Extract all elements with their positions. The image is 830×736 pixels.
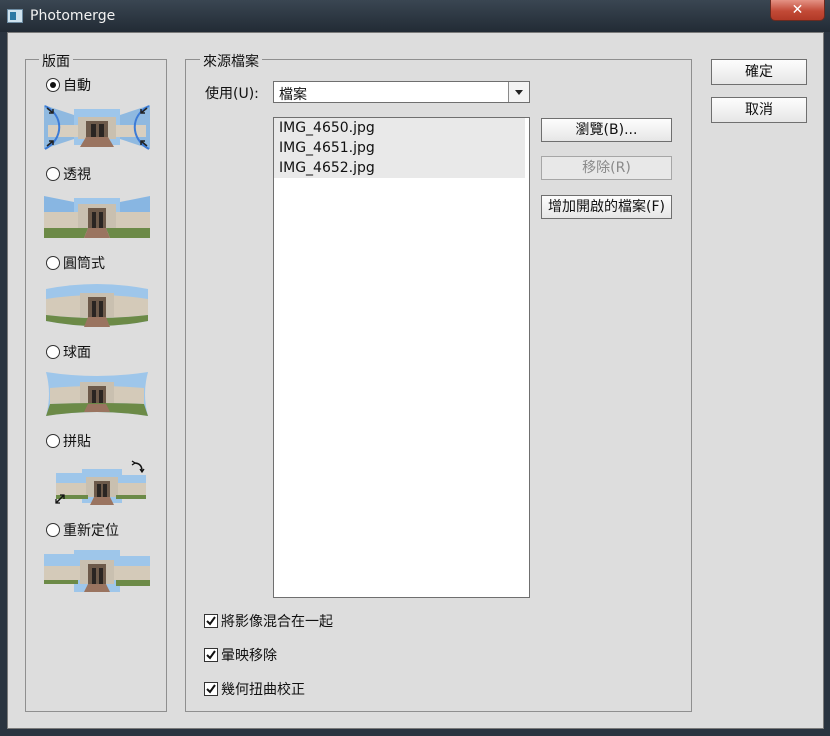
vignette-removal-option[interactable]: 暈映移除 (204, 645, 277, 665)
layout-option-spherical[interactable]: 球面 (46, 343, 91, 361)
file-list-item[interactable]: IMG_4650.jpg (274, 118, 525, 138)
radio-perspective[interactable] (46, 167, 60, 181)
geometric-distortion-option[interactable]: 幾何扭曲校正 (204, 679, 305, 699)
radio-cylindrical[interactable] (46, 256, 60, 270)
layout-option-perspective[interactable]: 透視 (46, 165, 91, 183)
use-dropdown[interactable]: 檔案 (273, 81, 530, 103)
layout-option-auto[interactable]: 自動 (46, 76, 91, 94)
blend-images-checkbox[interactable] (204, 614, 218, 628)
layout-option-reposition[interactable]: 重新定位 (46, 521, 119, 539)
perspective-preview-thumbnail (44, 196, 150, 238)
cylindrical-preview-thumbnail (46, 284, 148, 327)
photomerge-window: Photomerge ✕ 版面 自動 透視 圓筒式 球面 拼貼 重新定位 來源檔… (0, 0, 830, 736)
reposition-preview-thumbnail (44, 550, 150, 592)
rotate-icon (131, 460, 145, 474)
source-files-group: 來源檔案 使用(U): 檔案 IMG_4650.jpg IMG_4651.jpg… (185, 51, 692, 712)
collage-preview-thumbnail (55, 460, 146, 505)
file-list-item[interactable]: IMG_4652.jpg (274, 158, 525, 178)
checkmark-icon (206, 650, 216, 660)
blend-images-option[interactable]: 將影像混合在一起 (204, 611, 333, 631)
source-files-legend: 來源檔案 (200, 51, 262, 71)
app-icon (7, 9, 23, 23)
layout-option-label: 透視 (63, 167, 91, 183)
radio-spherical[interactable] (46, 345, 60, 359)
geometric-distortion-checkbox[interactable] (204, 682, 218, 696)
remove-button[interactable]: 移除(R) (541, 156, 672, 180)
dropdown-arrow-icon[interactable] (508, 82, 529, 102)
vignette-removal-checkbox[interactable] (204, 648, 218, 662)
layout-group: 版面 自動 透視 圓筒式 球面 拼貼 重新定位 (25, 51, 167, 712)
use-label: 使用(U): (205, 86, 259, 102)
auto-preview-thumbnail (44, 105, 150, 150)
layout-legend: 版面 (39, 51, 73, 71)
source-file-list[interactable]: IMG_4650.jpg IMG_4651.jpg IMG_4652.jpg (273, 117, 530, 598)
checkmark-icon (206, 684, 216, 694)
layout-option-collage[interactable]: 拼貼 (46, 432, 91, 450)
radio-auto[interactable] (46, 78, 60, 92)
layout-option-label: 球面 (63, 345, 91, 361)
layout-option-label: 重新定位 (63, 523, 119, 539)
checkmark-icon (206, 616, 216, 626)
layout-option-cylindrical[interactable]: 圓筒式 (46, 254, 105, 272)
title-bar[interactable]: Photomerge ✕ (0, 0, 830, 32)
geometric-distortion-label: 幾何扭曲校正 (221, 682, 305, 698)
blend-images-label: 將影像混合在一起 (221, 614, 333, 630)
window-title: Photomerge (30, 8, 116, 24)
add-open-files-button[interactable]: 增加開啟的檔案(F) (541, 195, 672, 219)
layout-option-label: 自動 (63, 78, 91, 94)
browse-button[interactable]: 瀏覽(B)... (541, 118, 672, 142)
vignette-removal-label: 暈映移除 (221, 648, 277, 664)
dialog-body: 版面 自動 透視 圓筒式 球面 拼貼 重新定位 來源檔案 使用(U): 檔案 I… (7, 32, 824, 729)
use-dropdown-value: 檔案 (279, 87, 307, 103)
layout-option-label: 拼貼 (63, 434, 91, 450)
radio-reposition[interactable] (46, 523, 60, 537)
radio-collage[interactable] (46, 434, 60, 448)
ok-button[interactable]: 確定 (711, 59, 807, 85)
spherical-preview-thumbnail (46, 372, 148, 416)
close-icon: ✕ (791, 2, 804, 18)
file-list-item[interactable]: IMG_4651.jpg (274, 138, 525, 158)
layout-option-label: 圓筒式 (63, 256, 105, 272)
close-button[interactable]: ✕ (770, 0, 825, 21)
cancel-button[interactable]: 取消 (711, 97, 807, 123)
